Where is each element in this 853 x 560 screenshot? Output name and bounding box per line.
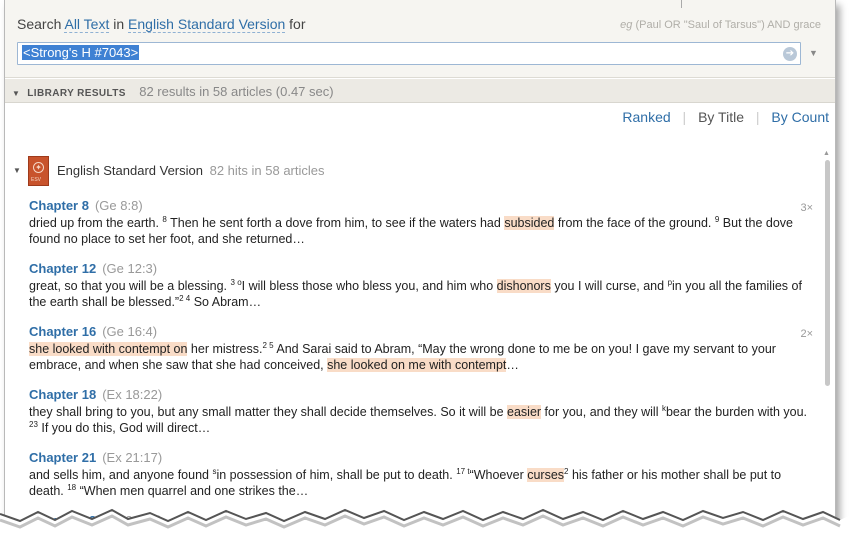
result-snippet[interactable]: and sells him, and anyone found sin poss… [29,467,811,499]
highlighted-match: easier [507,405,542,419]
snippet-text: bear the burden with you. [665,405,808,419]
result-item: Chapter 18 (Ex 18:22) they shall bring to … [29,387,811,436]
book-emblem-icon: ✦ [33,162,44,173]
verse-number: 2 4 [179,293,191,303]
verse-reference[interactable]: (Ge 8:8) [95,198,143,213]
snippet-text: from the face of the ground. [554,216,715,230]
scroll-thumb[interactable] [825,160,830,386]
book-title-text: English Standard Version [57,163,203,178]
search-scope-row: Search All Text in English Standard Vers… [17,16,306,33]
sort-divider: | [755,109,760,125]
library-results-title: LIBRARY RESULTS [27,88,126,99]
library-results-summary: 82 results in 58 articles (0.47 sec) [139,84,334,99]
highlighted-match: she looked on me with contempt [327,358,507,372]
snippet-text: … [506,358,519,372]
snippet-text: Then he sent forth a dove from him, to s… [166,216,505,230]
chapter-link[interactable]: Chapter 12 [29,261,96,276]
verse-reference[interactable]: (Ex 18:22) [102,387,162,402]
search-panel: Search All Text in English Standard Vers… [5,0,835,78]
example-text: (Paul OR "Saul of Tarsus") AND grace [635,19,821,31]
book-cover-abbr: ESV [31,177,42,183]
snippet-text: I will bless those who bless you, and hi… [241,279,497,293]
result-snippet[interactable]: she looked with contempt on her mistress… [29,341,811,373]
sort-divider: | [682,109,687,125]
search-prefix-label: Search [17,16,62,32]
verse-reference[interactable]: (Ex 21:17) [102,450,162,465]
sort-by-title-link[interactable]: By Title [698,109,744,125]
verse-number: 23 [29,419,38,429]
snippet-text: great, so that you will be a blessing. [29,279,231,293]
scope-selector[interactable]: All Text [64,16,110,33]
snippet-text: If you do this, God will direct… [37,421,211,435]
snippet-text: her mistress. [187,342,263,356]
version-selector[interactable]: English Standard Version [128,16,286,33]
verse-reference[interactable]: (Ge 12:3) [102,261,157,276]
search-input[interactable]: <Strong's H #7043> ➔ [17,42,801,65]
verse-number: 3 o [230,277,242,287]
verse-reference[interactable]: (Ge 16:4) [102,324,157,339]
result-header: Chapter 16 (Ge 16:4) 2× [29,324,813,340]
result-header: Chapter 22 (Ex 22:28) [29,513,811,529]
sort-by-count-link[interactable]: By Count [771,109,829,125]
example-label: eg [620,19,633,31]
collapse-triangle-icon[interactable]: ▼ [12,89,20,98]
sort-ranked-link[interactable]: Ranked [622,109,670,125]
scroll-up-icon[interactable]: ▲ [823,150,830,157]
in-label: in [113,16,125,32]
result-header: Chapter 21 (Ex 21:17) [29,450,811,466]
expand-triangle-icon[interactable]: ▼ [13,166,21,175]
snippet-text: they shall bring to you, but any small m… [29,405,508,419]
chapter-link[interactable]: Chapter 22 [29,513,96,528]
result-header: Chapter 8 (Ge 8:8) 3× [29,198,813,214]
verse-number: 18 [67,482,77,492]
search-window: Search All Text in English Standard Vers… [4,0,836,530]
snippet-text: “Whoever [469,468,528,482]
results-scrollbar[interactable]: ▲ [823,150,832,529]
library-results-bar[interactable]: ▼ LIBRARY RESULTS 82 results in 58 artic… [5,79,835,103]
hit-count: 3× [800,202,813,214]
snippet-text: “When men quarrel and one strikes the… [76,484,309,498]
for-label: for [289,16,306,32]
highlighted-match: subsided [504,216,555,230]
hit-count: 2× [800,328,813,340]
result-item: Chapter 21 (Ex 21:17) and sells him, and a… [29,450,811,499]
chapter-link[interactable]: Chapter 16 [29,324,96,339]
book-group-header[interactable]: ▼ ✦ ESV English Standard Version 82 hits… [13,156,813,186]
chapter-link[interactable]: Chapter 8 [29,198,89,213]
chevron-down-icon[interactable]: ▼ [809,48,818,58]
snippet-text: dried up from the earth. [29,216,163,230]
highlighted-match: dishonors [496,279,551,293]
panel-notch [681,0,689,8]
snippet-text: you I will curse, and [550,279,668,293]
verse-number: 17 t [456,466,470,476]
book-hits-count: 82 hits in 58 articles [209,163,325,178]
sort-options: Ranked | By Title | By Count [614,109,829,125]
search-query-text: <Strong's H #7043> [22,45,140,60]
result-snippet[interactable]: dried up from the earth. 8 Then he sent … [29,215,811,247]
snippet-text: for you, and they will [541,405,662,419]
chapter-link[interactable]: Chapter 21 [29,450,96,465]
result-header: Chapter 18 (Ex 18:22) [29,387,811,403]
result-header: Chapter 12 (Ge 12:3) [29,261,811,277]
result-snippet[interactable]: great, so that you will be a blessing. 3… [29,278,811,310]
search-example: eg (Paul OR "Saul of Tarsus") AND grace [620,19,821,31]
result-snippet[interactable]: they shall bring to you, but any small m… [29,404,811,436]
snippet-text: in possession of him, shall be put to de… [216,468,457,482]
snippet-text: So Abram… [190,295,262,309]
verse-reference[interactable]: (Ex 22:28) [102,513,162,528]
chapter-link[interactable]: Chapter 18 [29,387,96,402]
result-item: Chapter 16 (Ge 16:4) 2× she looked with con… [29,324,813,373]
snippet-text: and sells him, and anyone found [29,468,213,482]
verse-number: 2 5 [262,340,274,350]
result-item: Chapter 22(Ex 22:28)to me, he qcries to … [29,513,811,529]
go-arrow-icon[interactable]: ➔ [783,47,797,61]
result-item: Chapter 8 (Ge 8:8) 3× dried up from the ear… [29,198,813,247]
result-item: Chapter 12 (Ge 12:3) great, so that you wi… [29,261,811,310]
highlighted-match: she looked with contempt on [29,342,188,356]
highlighted-match: curses [527,468,565,482]
book-cover-icon: ✦ ESV [28,156,49,186]
results-list: Chapter 8 (Ge 8:8) 3× dried up from the ear… [29,198,813,529]
book-title: English Standard Version 82 hits in 58 a… [57,163,325,178]
